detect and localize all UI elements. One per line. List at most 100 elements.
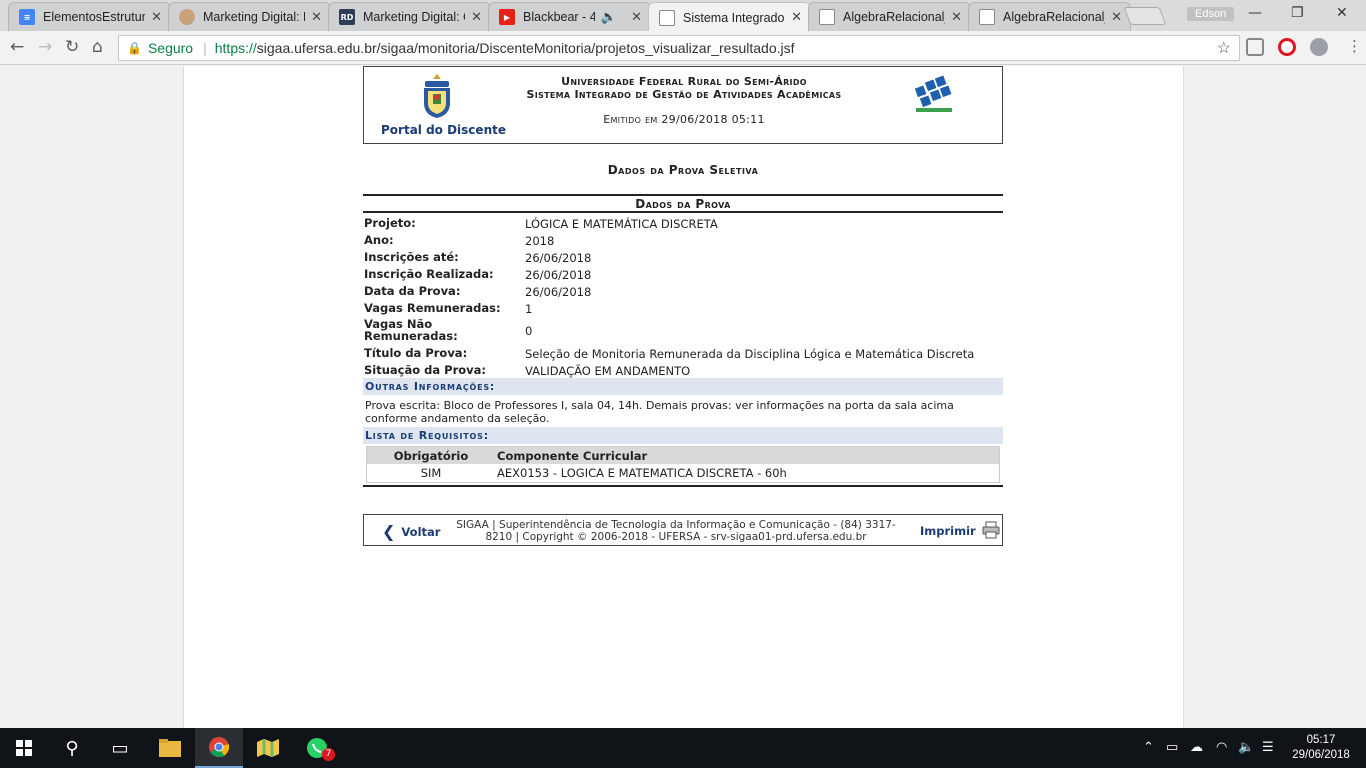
table-row: SIM AEX0153 - LOGICA E MATEMATICA DISCRE… xyxy=(367,464,999,482)
tab-title: Sistema Integrado xyxy=(683,10,785,25)
browser-tab[interactable]: ▶ Blackbear - 4U 🔈 ✕ xyxy=(488,2,651,31)
close-tab-icon[interactable]: ✕ xyxy=(791,10,802,25)
table-header-row: Obrigatório Componente Curricular xyxy=(367,447,999,464)
tab-title: Marketing Digital: P xyxy=(203,10,306,24)
home-icon[interactable]: ⌂ xyxy=(92,37,103,57)
browser-tab[interactable]: Marketing Digital: P ✕ xyxy=(168,2,331,31)
tab-title: Marketing Digital: C xyxy=(363,10,466,24)
other-info-text: Prova escrita: Bloco de Professores I, s… xyxy=(365,399,954,425)
institution-name: Universidade Federal Rural do Semi-Árido… xyxy=(494,75,874,101)
minimize-icon[interactable]: — xyxy=(1248,5,1262,21)
close-window-icon[interactable]: ✕ xyxy=(1336,5,1348,21)
field-label: Vagas Não Remuneradas: xyxy=(364,317,458,343)
close-tab-icon[interactable]: ✕ xyxy=(311,10,322,25)
file-explorer-icon[interactable] xyxy=(146,728,194,768)
field-value: LÓGICA E MATEMÁTICA DISCRETA xyxy=(525,217,718,231)
new-tab-button[interactable] xyxy=(1123,7,1167,25)
field-label: Inscrições até: xyxy=(364,250,459,264)
page-viewport: Portal do Discente Universidade Federal … xyxy=(0,66,1366,728)
field-value: VALIDAÇÃO EM ANDAMENTO xyxy=(525,364,691,378)
university-name: Universidade Federal Rural do Semi-Árido xyxy=(561,75,807,88)
browser-tab[interactable]: AlgebraRelacional_ ✕ xyxy=(968,2,1131,31)
url-protocol: https:// xyxy=(214,40,257,56)
sutic-logo-icon xyxy=(914,75,952,112)
close-tab-icon[interactable]: ✕ xyxy=(631,10,642,25)
system-name: Sistema Integrado de Gestão de Atividade… xyxy=(526,88,842,101)
windows-start-icon[interactable] xyxy=(0,728,48,768)
browser-tab[interactable]: ≡ ElementosEstrutura ✕ xyxy=(8,2,171,31)
table-cell: SIM xyxy=(420,466,442,480)
portal-title: Portal do Discente xyxy=(381,123,506,137)
field-value: 2018 xyxy=(525,234,555,248)
tab-title: ElementosEstrutura xyxy=(43,10,146,24)
audio-icon: 🔈 xyxy=(600,9,618,25)
field-label: Título da Prova: xyxy=(364,346,468,360)
secure-label: Seguro xyxy=(147,40,194,56)
column-header: Componente Curricular xyxy=(497,449,648,463)
field-value: 1 xyxy=(525,302,533,316)
field-label: Projeto: xyxy=(364,216,416,230)
print-link[interactable]: Imprimir xyxy=(920,524,976,538)
profile-button[interactable]: Edson xyxy=(1187,7,1235,21)
extension-icon[interactable] xyxy=(1246,38,1264,56)
forward-arrow-icon[interactable]: → xyxy=(38,37,52,57)
search-icon[interactable]: ⚲ xyxy=(48,728,96,768)
maps-app-icon[interactable] xyxy=(244,728,292,768)
notifications-icon[interactable]: ☰ xyxy=(1262,740,1274,755)
extension-icon[interactable] xyxy=(1310,38,1328,56)
chrome-icon[interactable] xyxy=(195,728,243,768)
chevron-up-icon[interactable]: ⌃ xyxy=(1143,740,1154,755)
lock-icon: 🔒 xyxy=(127,41,142,55)
close-tab-icon[interactable]: ✕ xyxy=(151,10,162,25)
field-value: 26/06/2018 xyxy=(525,251,592,265)
browser-tab[interactable]: RD Marketing Digital: C ✕ xyxy=(328,2,491,31)
back-arrow-icon[interactable]: ← xyxy=(10,37,24,57)
close-tab-icon[interactable]: ✕ xyxy=(951,10,962,25)
restore-icon[interactable]: ❐ xyxy=(1291,5,1304,21)
page-footer: ❮ Voltar SIGAA | Superintendência de Tec… xyxy=(363,514,1003,546)
onedrive-icon[interactable]: ☁ xyxy=(1190,740,1203,755)
other-info-heading: Outras Informações: xyxy=(363,378,1003,395)
field-label: Inscrição Realizada: xyxy=(364,267,494,281)
tab-title: AlgebraRelacional_ xyxy=(843,10,946,24)
url-text: sigaa.ufersa.edu.br/sigaa/monitoria/Disc… xyxy=(256,40,795,56)
docs-icon: ≡ xyxy=(19,9,35,25)
close-tab-icon[interactable]: ✕ xyxy=(471,10,482,25)
column-header: Obrigatório xyxy=(393,449,469,463)
table-cell: AEX0153 - LOGICA E MATEMATICA DISCRETA -… xyxy=(497,466,787,480)
menu-icon[interactable]: ⋮ xyxy=(1347,37,1362,55)
separator: | xyxy=(203,40,207,56)
whatsapp-icon[interactable]: 7 xyxy=(293,728,341,768)
system-clock[interactable]: 05:17 29/06/2018 xyxy=(1290,733,1352,763)
chevron-left-icon: ❮ xyxy=(382,522,396,541)
ufersa-crest-icon xyxy=(424,74,450,118)
reload-icon[interactable]: ↻ xyxy=(65,37,79,57)
opera-icon[interactable] xyxy=(1278,38,1296,56)
windows-taskbar: ⚲ ▭ 7 ⌃ ▭ ☁ ◠ 🔈 ☰ 05:17 29/06/2018 xyxy=(0,728,1366,768)
task-view-icon[interactable]: ▭ xyxy=(96,728,144,768)
close-tab-icon[interactable]: ✕ xyxy=(1111,10,1122,25)
browser-tabstrip: ≡ ElementosEstrutura ✕ Marketing Digital… xyxy=(0,0,1366,32)
footer-text: SIGAA | Superintendência de Tecnologia d… xyxy=(456,519,896,543)
tab-title: AlgebraRelacional_ xyxy=(1003,10,1106,24)
field-value: 26/06/2018 xyxy=(525,285,592,299)
field-label: Data da Prova: xyxy=(364,284,461,298)
clock-time: 05:17 xyxy=(1306,734,1336,746)
section-title: Dados da Prova xyxy=(363,194,1003,213)
battery-icon[interactable]: ▭ xyxy=(1166,740,1178,755)
volume-icon[interactable]: 🔈 xyxy=(1238,740,1254,755)
page-title: Dados da Prova Seletiva xyxy=(607,163,759,177)
avatar-icon xyxy=(179,9,195,25)
wifi-icon[interactable]: ◠ xyxy=(1216,740,1227,755)
browser-tab-active[interactable]: Sistema Integrado ✕ xyxy=(648,2,811,32)
back-link[interactable]: ❮ Voltar xyxy=(382,522,440,541)
printer-icon[interactable] xyxy=(982,521,1000,539)
browser-tab[interactable]: AlgebraRelacional_ ✕ xyxy=(808,2,971,31)
bookmark-star-icon[interactable]: ☆ xyxy=(1217,38,1231,58)
notification-badge: 7 xyxy=(322,748,335,761)
address-bar[interactable]: 🔒 Seguro | https:// sigaa.ufersa.edu.br/… xyxy=(118,35,1240,61)
field-label: Situação da Prova: xyxy=(364,363,487,377)
tab-title: Blackbear - 4U xyxy=(523,10,595,24)
requirements-heading: Lista de Requisitos: xyxy=(363,427,1003,444)
page-icon xyxy=(979,9,995,25)
